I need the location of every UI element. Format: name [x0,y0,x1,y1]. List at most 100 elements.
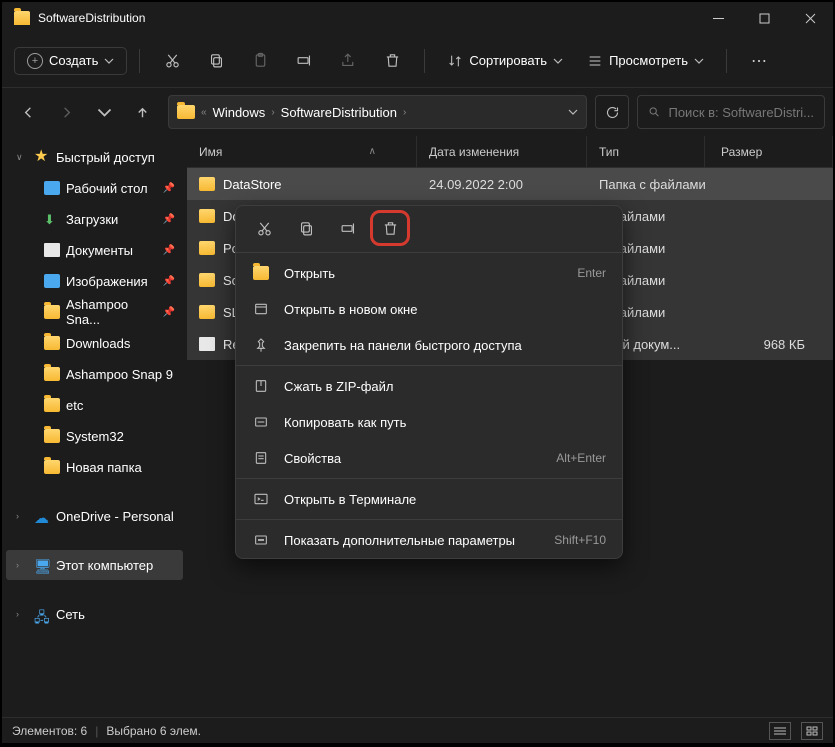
folder-icon [44,429,60,443]
sort-icon [447,53,463,69]
close-button[interactable] [787,2,833,34]
properties-icon [252,450,270,466]
cut-button[interactable] [152,43,192,79]
search-input[interactable]: Поиск в: SoftwareDistri... [637,95,825,129]
explorer-window: SoftwareDistribution + Создать Сортирова… [2,2,833,743]
new-button[interactable]: + Создать [14,47,127,75]
ctx-delete-button[interactable] [370,210,410,246]
view-icon [587,53,603,69]
up-button[interactable] [124,96,160,128]
folder-icon [199,177,215,191]
chevron-right-icon: › [271,107,274,118]
column-type[interactable]: Тип [587,136,705,167]
sidebar-item-dl[interactable]: Downloads [6,328,183,358]
pin-icon: 📌 [163,245,175,256]
sort-label: Сортировать [469,53,547,68]
rename-button[interactable] [284,43,324,79]
chevron-down-icon[interactable] [568,107,578,117]
ctx-copy-button[interactable] [286,210,326,246]
navbar: « Windows › SoftwareDistribution › Поиск… [2,88,833,136]
sidebar-item-onedrive[interactable]: ›☁OneDrive - Personal [6,501,183,531]
sidebar-item-sys32[interactable]: System32 [6,421,183,451]
star-icon: ★ [34,150,50,164]
ctx-pin-quick[interactable]: Закрепить на панели быстрого доступа [236,327,622,363]
view-large-button[interactable] [801,722,823,740]
back-button[interactable] [10,96,46,128]
address-bar[interactable]: « Windows › SoftwareDistribution › [168,95,587,129]
sort-button[interactable]: Сортировать [437,43,573,79]
ctx-more-options[interactable]: Показать дополнительные параметрыShift+F… [236,522,622,558]
sidebar-item-thispc[interactable]: ›🖥Этот компьютер [6,550,183,580]
view-details-button[interactable] [769,722,791,740]
pin-icon [252,337,270,353]
context-menu: ОткрытьEnter Открыть в новом окне Закреп… [235,205,623,559]
ctx-copy-path[interactable]: Копировать как путь [236,404,622,440]
documents-icon [44,243,60,257]
pin-icon: 📌 [163,214,175,225]
sidebar-item-etc[interactable]: etc [6,390,183,420]
folder-icon [44,398,60,412]
desktop-icon [44,181,60,195]
copy-path-icon [252,414,270,430]
folder-icon [199,241,215,255]
minimize-button[interactable] [695,2,741,34]
folder-icon [177,105,195,119]
sort-asc-icon: ∧ [369,146,376,157]
ctx-cut-button[interactable] [244,210,284,246]
sidebar: ∨★Быстрый доступ Рабочий стол📌 ⬇Загрузки… [2,136,187,717]
share-button[interactable] [328,43,368,79]
copy-button[interactable] [196,43,236,79]
pin-icon: 📌 [163,276,175,287]
more-button[interactable]: ⋯ [739,43,779,79]
sidebar-item-quick[interactable]: ∨★Быстрый доступ [6,142,183,172]
view-label: Просмотреть [609,53,688,68]
refresh-button[interactable] [595,95,629,129]
status-selected: Выбрано 6 элем. [106,724,201,738]
sidebar-item-pictures[interactable]: Изображения📌 [6,266,183,296]
document-icon [199,337,215,351]
paste-button[interactable] [240,43,280,79]
ctx-properties[interactable]: СвойстваAlt+Enter [236,440,622,476]
ctx-new-window[interactable]: Открыть в новом окне [236,291,622,327]
breadcrumb-seg[interactable]: SoftwareDistribution [281,105,397,120]
view-button[interactable]: Просмотреть [577,43,714,79]
folder-icon [199,273,215,287]
new-button-label: Создать [49,53,98,68]
folder-icon [199,305,215,319]
sidebar-item-documents[interactable]: Документы📌 [6,235,183,265]
columns-header: Имя∧ Дата изменения Тип Размер [187,136,833,168]
forward-button[interactable] [48,96,84,128]
network-icon: 🖧 [34,607,50,621]
ctx-zip[interactable]: Сжать в ZIP-файл [236,368,622,404]
sidebar-item-ashampoo[interactable]: Ashampoo Sna...📌 [6,297,183,327]
column-name[interactable]: Имя∧ [187,136,417,167]
ctx-terminal[interactable]: Открыть в Терминале [236,481,622,517]
folder-icon [44,367,60,381]
pc-icon: 🖥 [34,558,50,572]
recent-button[interactable] [86,96,122,128]
delete-button[interactable] [372,43,412,79]
folder-icon [44,460,60,474]
column-size[interactable]: Размер [705,136,833,167]
sidebar-item-desktop[interactable]: Рабочий стол📌 [6,173,183,203]
plus-icon: + [27,53,43,69]
sidebar-item-downloads[interactable]: ⬇Загрузки📌 [6,204,183,234]
chevron-down-icon [694,56,704,66]
downloads-icon: ⬇ [44,212,60,226]
folder-icon [44,336,60,350]
sidebar-item-network[interactable]: ›🖧Сеть [6,599,183,629]
ctx-rename-button[interactable] [328,210,368,246]
sidebar-item-newfolder[interactable]: Новая папка [6,452,183,482]
folder-icon [252,266,270,280]
table-row[interactable]: DataStore24.09.2022 2:00Папка с файлами [187,168,833,200]
maximize-button[interactable] [741,2,787,34]
pin-icon: 📌 [163,307,175,318]
ctx-open[interactable]: ОткрытьEnter [236,255,622,291]
search-placeholder: Поиск в: SoftwareDistri... [668,105,814,120]
column-date[interactable]: Дата изменения [417,136,587,167]
titlebar: SoftwareDistribution [2,2,833,34]
sidebar-item-ash9[interactable]: Ashampoo Snap 9 [6,359,183,389]
window-icon [252,301,270,317]
breadcrumb-seg[interactable]: Windows [213,105,266,120]
status-count: Элементов: 6 [12,724,87,738]
